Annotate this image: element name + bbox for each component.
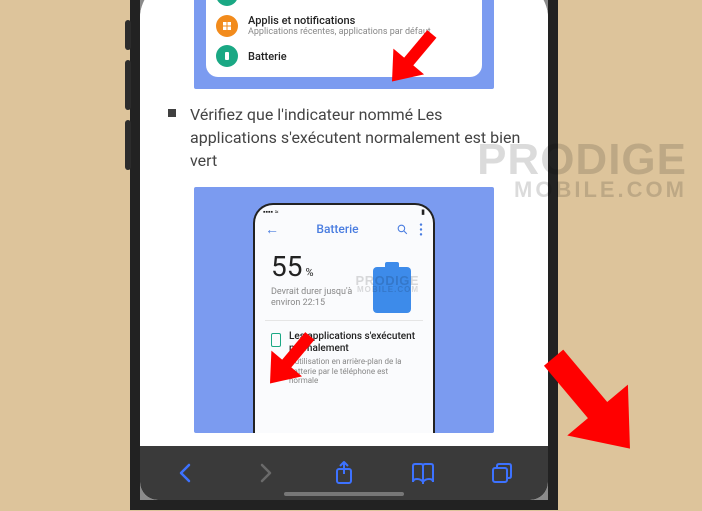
phone-frame: Bluetooth, NFC Applis et notifications A… bbox=[130, 0, 558, 510]
settings-row-sub: Applications récentes, applications par … bbox=[248, 27, 431, 37]
settings-card: Bluetooth, NFC Applis et notifications A… bbox=[206, 0, 482, 77]
article-paragraph: Vérifiez que l'indicateur nommé Les appl… bbox=[190, 103, 524, 173]
settings-row-battery: Batterie bbox=[216, 41, 472, 71]
screenshot-battery: ▪▪▪▪ ≈ ▮ ← Batterie 55 bbox=[194, 187, 494, 433]
battery-large-icon bbox=[373, 267, 411, 313]
home-indicator[interactable] bbox=[284, 492, 404, 496]
inner-body: 55 % Devrait durer jusqu'à environ 22:15 bbox=[255, 242, 433, 394]
inner-header: ← Batterie bbox=[255, 217, 433, 242]
browser-toolbar bbox=[140, 446, 548, 500]
inner-status-bar: ▪▪▪▪ ≈ ▮ bbox=[255, 205, 433, 217]
inner-phone: ▪▪▪▪ ≈ ▮ ← Batterie 55 bbox=[253, 203, 435, 433]
share-button[interactable] bbox=[320, 449, 368, 497]
phone-volume-up bbox=[125, 60, 131, 110]
apps-status-sub: L'utilisation en arrière-plan de la batt… bbox=[289, 357, 417, 386]
apps-status-title: Les applications s'exécutent normalement bbox=[289, 331, 417, 355]
bullet-icon bbox=[168, 109, 176, 117]
battery-sub2: environ 22:15 bbox=[271, 298, 325, 308]
divider bbox=[265, 320, 423, 321]
forward-button[interactable] bbox=[241, 449, 289, 497]
settings-row-network: Bluetooth, NFC bbox=[216, 0, 472, 10]
inner-header-title: Batterie bbox=[316, 222, 358, 236]
tabs-button[interactable] bbox=[478, 449, 526, 497]
search-icon bbox=[396, 223, 409, 236]
webpage-content[interactable]: Bluetooth, NFC Applis et notifications A… bbox=[140, 0, 548, 500]
status-battery: ▮ bbox=[421, 208, 425, 216]
bookmarks-button[interactable] bbox=[399, 449, 447, 497]
phone-screen: Bluetooth, NFC Applis et notifications A… bbox=[140, 0, 548, 500]
settings-row-title: Batterie bbox=[248, 50, 287, 63]
apps-icon bbox=[216, 15, 238, 37]
settings-row-title: Applis et notifications bbox=[248, 14, 431, 27]
more-icon bbox=[419, 223, 423, 236]
article-paragraph-block: Vérifiez que l'indicateur nommé Les appl… bbox=[140, 89, 548, 187]
back-icon: ← bbox=[265, 221, 279, 238]
back-button[interactable] bbox=[162, 449, 210, 497]
phone-side-button bbox=[125, 20, 131, 50]
apps-ok-icon bbox=[271, 333, 281, 347]
battery-icon bbox=[216, 45, 238, 67]
status-signal: ▪▪▪▪ ≈ bbox=[263, 208, 279, 216]
battery-sub1: Devrait durer jusqu'à bbox=[271, 287, 352, 297]
settings-row-apps: Applis et notifications Applications réc… bbox=[216, 10, 472, 41]
network-icon bbox=[216, 0, 238, 6]
apps-status-row: Les applications s'exécutent normalement… bbox=[271, 331, 417, 386]
phone-volume-down bbox=[125, 120, 131, 170]
screenshot-settings: Bluetooth, NFC Applis et notifications A… bbox=[194, 0, 494, 89]
battery-pct-unit: % bbox=[305, 266, 313, 279]
battery-pct-number: 55 bbox=[271, 250, 302, 283]
